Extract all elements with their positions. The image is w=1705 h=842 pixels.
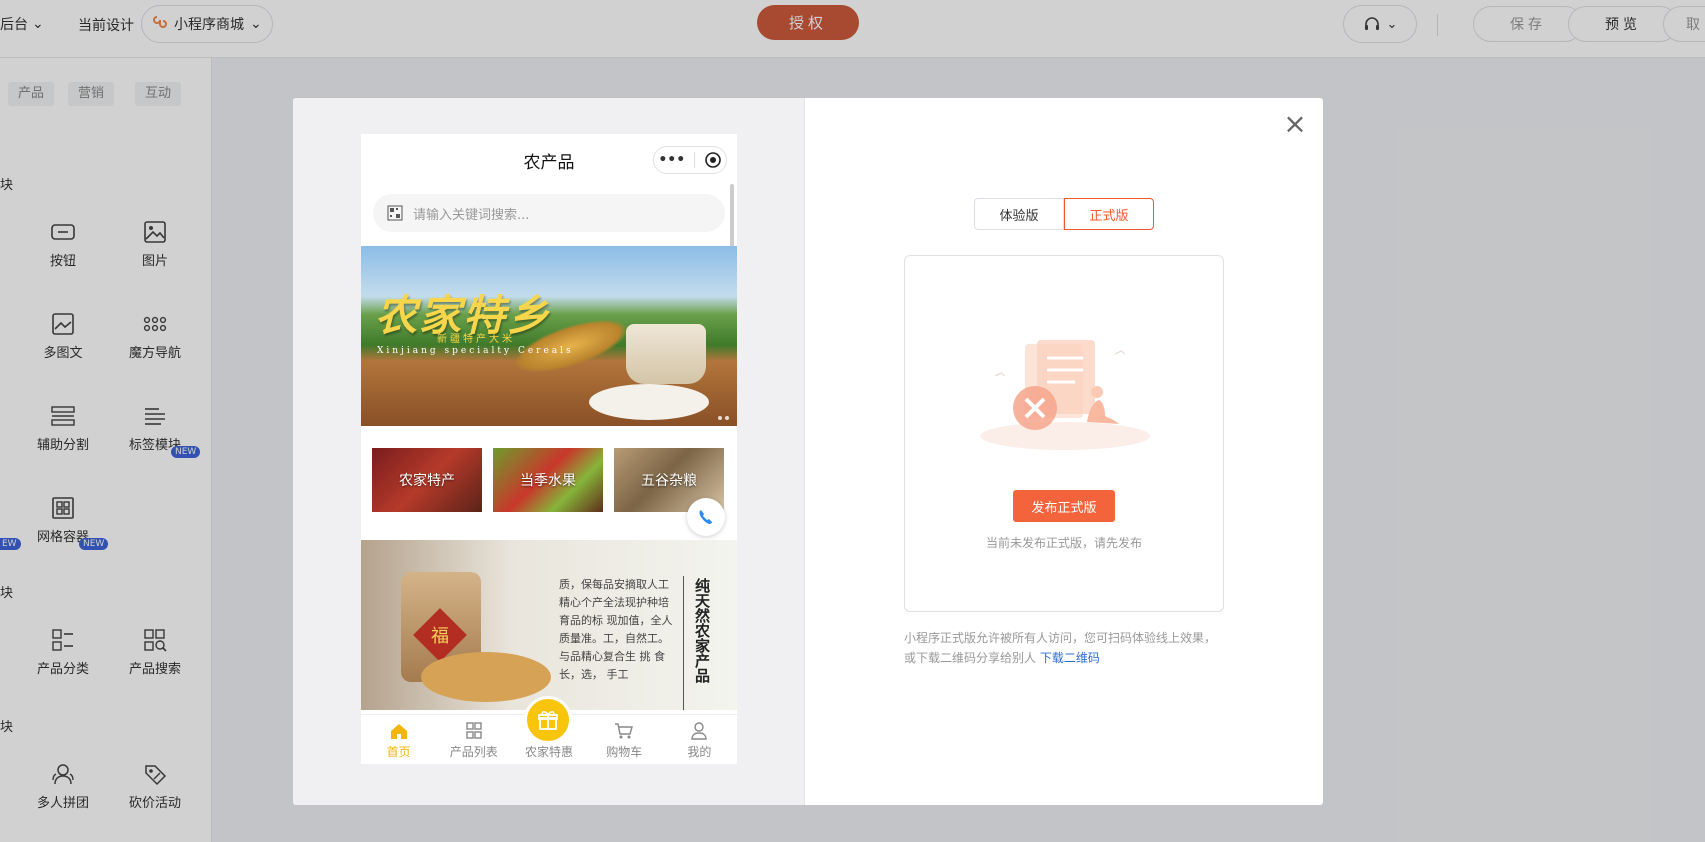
grain-heap-image [421,652,551,702]
tab-product-list[interactable]: 产品列表 [436,715,511,764]
gift-icon [538,711,558,730]
capsule-menu[interactable]: ••• [653,146,727,174]
download-qrcode-link[interactable]: 下载二维码 [1040,651,1100,665]
phone-icon [699,510,712,524]
not-published-hint: 当前未发布正式版，请先发布 [985,536,1142,550]
divider [683,576,684,710]
home-icon [390,724,407,739]
banner-english: Xinjiang specialty Cereals [377,346,574,356]
search-placeholder: 请输入关键词搜索... [413,207,530,223]
version-tabs: 体验版 正式版 [974,198,1154,230]
user-icon [691,722,708,740]
qrcode-scan-icon [387,205,403,221]
tab-label: 购物车 [606,745,643,759]
rice-bag-image [626,324,706,384]
more-dots-icon: ••• [658,152,686,168]
preview-pane: 农产品 ••• 请输入关键词搜索... 农家特乡 新疆特产大米 Xinjiang… [293,98,805,805]
publish-official-button[interactable]: 发布正式版 [1013,490,1115,522]
tab-trial-version[interactable]: 体验版 [974,198,1064,230]
category-farm-specialty[interactable]: 农家特产 [372,448,482,512]
target-icon [704,152,721,168]
tab-mine[interactable]: 我的 [662,715,737,764]
banner-image[interactable]: 农家特乡 新疆特产大米 Xinjiang specialty Cereals [361,246,737,426]
tab-cart[interactable]: 购物车 [587,715,662,764]
search-input[interactable]: 请输入关键词搜索... [373,194,725,232]
tab-label: 首页 [386,745,411,759]
tab-label: 产品列表 [449,745,498,759]
center-gift-button[interactable] [524,696,572,744]
tab-label: 我的 [687,745,712,759]
feature-vertical-title: 纯天然农家产品 [693,578,711,683]
carousel-dots[interactable] [718,416,729,420]
cart-icon [615,723,634,739]
feature-paragraph: 质，保每品安摘取人工精心个产全法现护种培育品的标 现加值，全人质量准。工，自然工… [559,578,673,681]
rice-heap-image [589,384,709,420]
category-seasonal-fruit[interactable]: 当季水果 [493,448,603,512]
scrollbar[interactable] [730,184,734,248]
grid-icon [466,722,482,739]
publish-description: 小程序正式版允许被所有人访问，您可扫码体验线上效果，或下载二维码分享给别人 下载… [904,628,1224,668]
tab-home[interactable]: 首页 [361,715,436,764]
banner-subtitle: 新疆特产大米 [437,334,515,345]
feature-section[interactable]: 福 质，保每品安摘取人工精心个产全法现护种培育品的标 现加值，全人质量准。工，自… [361,540,737,710]
tab-label: 农家特惠 [525,745,574,759]
divider [693,152,695,168]
qrcode-card: 发布正式版 当前未发布正式版，请先发布 [904,255,1224,612]
tab-official-version[interactable]: 正式版 [1064,198,1154,230]
empty-state-illustration [980,340,1150,450]
close-icon[interactable]: × [1283,110,1307,138]
phone-preview: 农产品 ••• 请输入关键词搜索... 农家特乡 新疆特产大米 Xinjiang… [361,134,737,764]
phone-call-button[interactable] [687,498,725,536]
